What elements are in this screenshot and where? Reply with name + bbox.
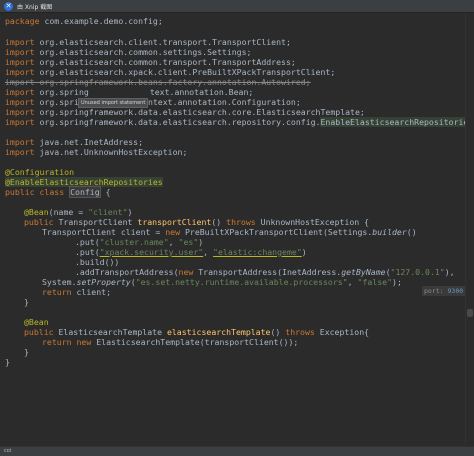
code-line-import: import org.springframework.data.elastics… <box>5 107 365 117</box>
code-line: .build()) <box>75 257 120 267</box>
code-line: .put("cluster.name", "es") <box>75 237 204 247</box>
code-line-bean-annotation: @Bean <box>24 317 49 327</box>
code-line-annotation: @Configuration <box>5 167 75 177</box>
scrollbar-thumb[interactable] <box>467 309 473 317</box>
code-line-bean-annotation: @Bean(name = "client") <box>24 207 133 217</box>
code-line-import: import org.elasticsearch.xpack.client.Pr… <box>5 67 336 77</box>
code-line: return client; <box>42 287 112 297</box>
xnip-app-icon: ✕ <box>4 1 13 11</box>
parameter-hint: port: 9300 <box>422 286 466 296</box>
code-line: .addTransportAddress(new TransportAddres… <box>75 267 460 277</box>
code-line: return new ElasticsearchTemplate(transpo… <box>42 337 299 347</box>
unused-import-tooltip: Unused import statement <box>78 98 149 108</box>
vertical-scrollbar[interactable] <box>465 13 474 445</box>
code-line-import: import org.elasticsearch.client.transpor… <box>5 37 291 47</box>
code-line-class-declaration: public class Config { <box>5 186 111 198</box>
code-line: } <box>5 357 10 367</box>
code-line-package: package com.example.demo.config; <box>5 16 163 26</box>
code-line: } <box>24 347 29 357</box>
code-line: } <box>24 297 29 307</box>
code-line-method-signature: public ElasticsearchTemplate elasticsear… <box>24 327 370 337</box>
code-line-import: import org.springframework.data.elastics… <box>5 117 466 127</box>
code-line-import: import org.elasticsearch.common.transpor… <box>5 57 296 67</box>
code-line: .put("xpack.security.user", "elastic:cha… <box>75 247 307 257</box>
code-line: System.setProperty("es.set.netty.runtime… <box>42 277 402 287</box>
code-line-import: import org.springframework.context.annot… <box>5 97 301 107</box>
window-titlebar: ✕ 由 Xnip 截图 <box>0 0 474 13</box>
code-line-import: import org.spring text.annotation.Bean; <box>5 87 254 97</box>
code-line-import: import org.elasticsearch.common.settings… <box>5 47 252 57</box>
code-line-import: import java.net.InetAddress; <box>5 137 144 147</box>
code-editor[interactable]: package com.example.demo.config; import … <box>0 13 466 445</box>
code-line: TransportClient client = new PreBuiltXPa… <box>42 227 417 237</box>
window-title: 由 Xnip 截图 <box>17 3 53 11</box>
code-line-import: import java.net.UnknownHostException; <box>5 147 188 157</box>
code-line-unused-import: import org.springframework.beans.factory… <box>5 77 311 87</box>
code-line-method-signature: public TransportClient transportClient()… <box>24 217 370 227</box>
